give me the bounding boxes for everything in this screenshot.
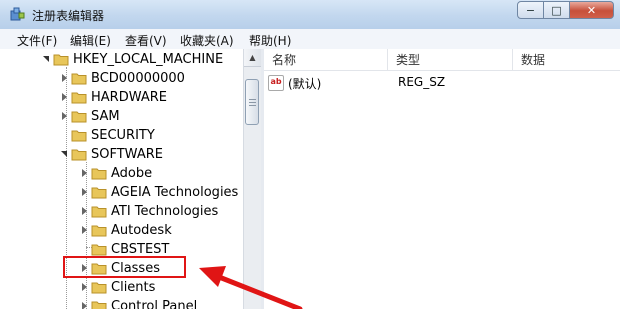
minimize-button[interactable]: −: [517, 1, 544, 19]
tree-node-label: SAM: [91, 108, 120, 124]
folder-icon: [91, 225, 107, 236]
value-type: REG_SZ: [398, 75, 446, 89]
menu-bar: 文件(F) 编辑(E) 查看(V) 收藏夹(A) 帮助(H): [0, 29, 620, 50]
value-name: (默认): [288, 76, 322, 91]
tree-node[interactable]: Autodesk: [80, 221, 172, 239]
folder-icon: [91, 244, 107, 255]
grip-line: [249, 102, 256, 103]
value-row[interactable]: ab (默认): [268, 74, 321, 92]
expand-arrow-icon[interactable]: [80, 301, 89, 309]
maximize-icon: □: [551, 3, 562, 17]
close-button[interactable]: ✕: [570, 1, 614, 19]
expand-arrow-icon[interactable]: [60, 111, 69, 121]
folder-icon: [71, 130, 87, 141]
tree-node-label: SOFTWARE: [91, 146, 163, 162]
tree-node[interactable]: SECURITY: [60, 126, 155, 144]
tree-scrollbar[interactable]: ▲: [243, 49, 261, 309]
folder-icon: [91, 168, 107, 179]
tree-node-label: Autodesk: [111, 222, 172, 238]
menu-view[interactable]: 查看(V): [125, 32, 167, 49]
column-header-label: 名称: [272, 53, 297, 67]
window-controls: − □ ✕: [517, 1, 614, 21]
column-header-data[interactable]: 数据: [513, 49, 620, 71]
maximize-button[interactable]: □: [544, 1, 570, 19]
collapse-arrow-icon[interactable]: [42, 55, 51, 64]
close-icon: ✕: [586, 3, 597, 17]
tree-node[interactable]: Control Panel: [80, 297, 197, 309]
folder-icon: [91, 206, 107, 217]
folder-icon: [91, 187, 107, 198]
tree-node-label: AGEIA Technologies: [111, 184, 239, 200]
tree-node[interactable]: Adobe: [80, 164, 152, 182]
expand-arrow-icon[interactable]: [60, 92, 69, 102]
column-header-name[interactable]: 名称: [264, 49, 388, 71]
scrollbar-thumb[interactable]: [245, 79, 259, 125]
menu-edit[interactable]: 编辑(E): [70, 32, 111, 49]
chevron-up-icon: ▲: [249, 53, 256, 62]
string-value-icon: ab: [268, 75, 284, 91]
tree-node[interactable]: HARDWARE: [60, 88, 167, 106]
column-header-label: 数据: [521, 53, 546, 67]
collapse-arrow-icon[interactable]: [60, 150, 69, 159]
value-list: 名称 类型 数据 ab (默认) REG_SZ: [264, 49, 620, 309]
folder-icon: [91, 282, 107, 293]
column-header-label: 类型: [396, 53, 421, 67]
folder-icon: [53, 54, 69, 65]
tree-node[interactable]: Clients: [80, 278, 155, 296]
menu-file[interactable]: 文件(F): [17, 32, 57, 49]
title-bar: 注册表编辑器 − □ ✕: [0, 0, 620, 30]
tree-node[interactable]: SAM: [60, 107, 120, 125]
grip-line: [249, 105, 256, 106]
tree-node[interactable]: AGEIA Technologies: [80, 183, 238, 201]
tree-node-label: Clients: [111, 279, 156, 295]
tree-node-label: BCD00000000: [91, 70, 185, 86]
expand-arrow-icon[interactable]: [80, 282, 89, 292]
scroll-up-button[interactable]: ▲: [244, 49, 261, 67]
folder-icon: [71, 149, 87, 160]
column-header-type[interactable]: 类型: [388, 49, 513, 71]
expand-arrow-icon[interactable]: [60, 73, 69, 83]
minimize-icon: −: [525, 3, 536, 17]
tree-node-label: ATI Technologies: [111, 203, 219, 219]
tree-node-label: HKEY_LOCAL_MACHINE: [73, 51, 224, 67]
expand-arrow-icon[interactable]: [80, 187, 89, 197]
tree-node[interactable]: SOFTWARE: [60, 145, 163, 163]
folder-icon: [71, 111, 87, 122]
tree-node[interactable]: BCD00000000: [60, 69, 185, 87]
menu-help[interactable]: 帮助(H): [249, 32, 291, 49]
window-title: 注册表编辑器: [32, 9, 105, 23]
expand-arrow-icon[interactable]: [80, 225, 89, 235]
registry-editor-icon: [10, 7, 25, 21]
expand-arrow-icon[interactable]: [80, 168, 89, 178]
folder-icon: [71, 92, 87, 103]
grip-line: [249, 99, 256, 100]
highlight-box: [63, 256, 186, 278]
tree-node-label: CBSTEST: [111, 241, 170, 257]
tree-node-label: Adobe: [111, 165, 153, 181]
folder-icon: [71, 73, 87, 84]
tree-node-label: SECURITY: [91, 127, 155, 143]
expand-arrow-icon[interactable]: [80, 206, 89, 216]
tree-node-root[interactable]: HKEY_LOCAL_MACHINE: [42, 50, 223, 68]
tree-node[interactable]: ATI Technologies: [80, 202, 218, 220]
folder-icon: [91, 301, 107, 309]
tree-node-label: HARDWARE: [91, 89, 167, 105]
tree-node-label: Control Panel: [111, 298, 198, 309]
menu-favorites[interactable]: 收藏夹(A): [180, 32, 234, 49]
